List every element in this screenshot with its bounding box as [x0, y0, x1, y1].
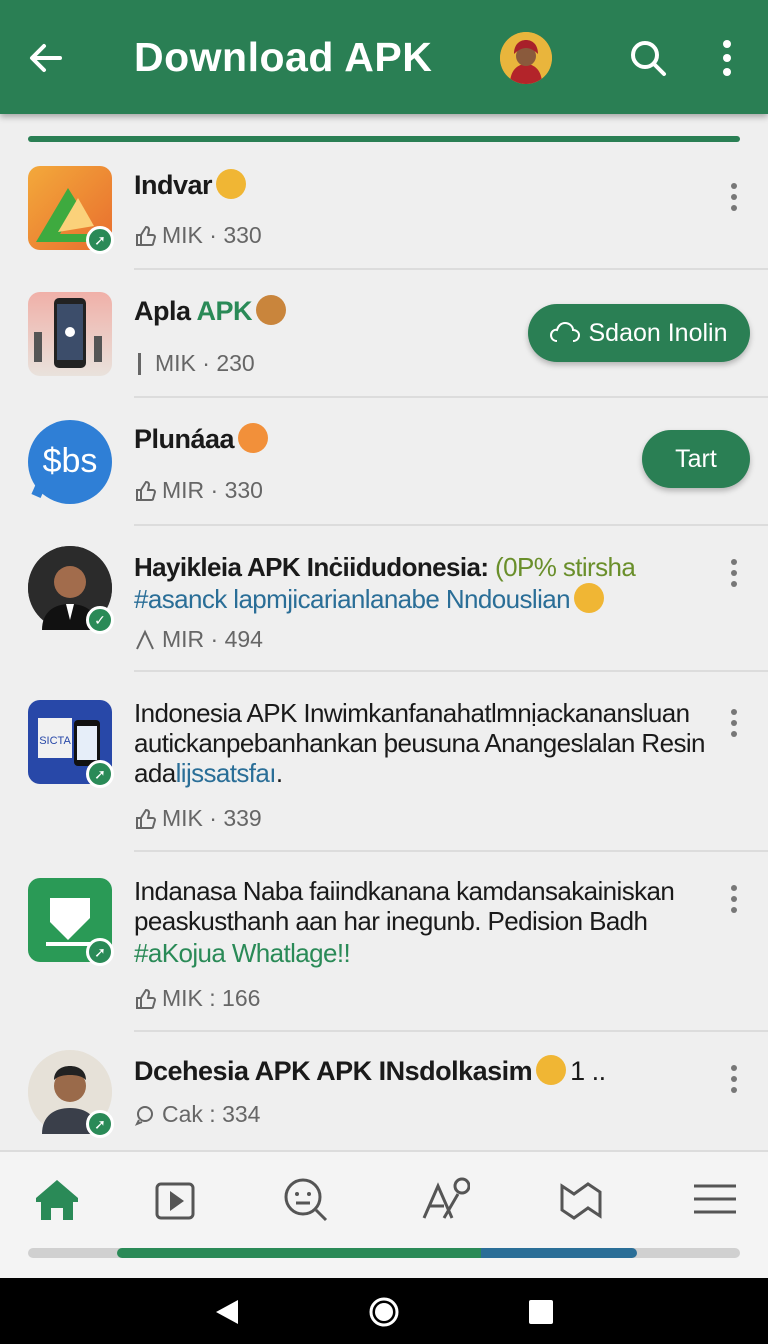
back-triangle-icon[interactable]: [212, 1297, 242, 1327]
app-title: Hayikleia APK Inċiidudonesia: (0P% stirs…: [134, 552, 636, 582]
app-bar: Download APK: [0, 0, 768, 114]
verified-badge-icon: ➚: [86, 760, 114, 788]
thumb-icon: [136, 480, 156, 501]
app-icon: ➚: [28, 878, 114, 966]
svg-text:SICTA: SICTA: [39, 735, 71, 747]
emoji-icon: [238, 422, 269, 453]
app-icon: ➚: [28, 1050, 114, 1138]
divider: [134, 268, 768, 270]
video-icon[interactable]: [150, 1174, 200, 1224]
app-icon: $bs: [28, 420, 112, 504]
page-title: Download APK: [134, 34, 433, 80]
recents-square-icon[interactable]: [526, 1297, 556, 1327]
svg-text:$bs: $bs: [43, 442, 98, 480]
app-name: Dcehesia APK APK INsdolkasim 1 ..: [134, 1054, 606, 1086]
thumb-icon: [138, 352, 141, 375]
install-button[interactable]: Sdaon Inolin: [528, 304, 750, 362]
thumb-icon: [136, 808, 156, 829]
row-more-icon[interactable]: [724, 882, 744, 916]
app-description-2: peaskusthanh aan har inegunb. Pedision B…: [134, 906, 648, 936]
face-search-icon[interactable]: [280, 1174, 330, 1224]
user-avatar[interactable]: [500, 32, 552, 84]
verified-badge-icon: ➚: [86, 226, 114, 254]
app-meta: MIK · 330: [134, 222, 262, 249]
emoji-icon: [573, 583, 604, 614]
app-description-3: adalijssatsfaı.: [134, 758, 283, 788]
app-icon: SICTA ➚: [28, 700, 114, 788]
app-icon: [28, 292, 112, 376]
row-more-icon[interactable]: [724, 1062, 744, 1096]
row-more-icon[interactable]: [724, 556, 744, 590]
app-icon: ➚: [28, 166, 114, 254]
app-name: Indvar: [134, 168, 247, 202]
more-vert-icon[interactable]: [710, 36, 744, 80]
app-hashtags: #aKojua Whatlage!!: [134, 938, 351, 968]
app-meta: Cak : 334: [134, 1101, 260, 1128]
row-more-icon[interactable]: [724, 180, 744, 214]
app-meta: MIK · 339: [134, 805, 262, 832]
row-more-icon[interactable]: [724, 706, 744, 740]
search-icon[interactable]: [626, 36, 670, 80]
app-description-2: autickanpebanhankan þeusuna Anangeslalan…: [134, 728, 705, 758]
app-hashtags: #asanck lapmjicarianlanabe Nndouslian: [134, 583, 604, 616]
verified-badge-icon: ➚: [86, 938, 114, 966]
app-meta: MIK : 166: [134, 985, 260, 1012]
system-navigation-bar: [0, 1278, 768, 1344]
home-circle-icon[interactable]: [369, 1297, 399, 1327]
back-arrow-icon[interactable]: [24, 36, 68, 80]
divider: [134, 524, 768, 526]
divider: [134, 396, 768, 398]
map-icon[interactable]: [556, 1174, 606, 1224]
thumb-icon: [136, 629, 154, 649]
app-description: Indonesia APK Inwimkanfanahatlmnịackanan…: [134, 698, 690, 728]
menu-icon[interactable]: [690, 1174, 740, 1224]
cloud-download-icon: [550, 321, 581, 342]
app-icon: ✓: [28, 546, 114, 634]
draw-icon[interactable]: [420, 1174, 471, 1224]
app-description: Indanasa Naba faiindkanana kamdansakaini…: [134, 876, 675, 906]
app-name: Plunáaa: [134, 422, 269, 456]
top-divider: [28, 136, 740, 142]
app-name: Apla APK: [134, 294, 287, 328]
divider: [134, 850, 768, 852]
emoji-icon: [536, 1054, 567, 1085]
comment-icon: [134, 1105, 153, 1126]
emoji-icon: [256, 294, 287, 325]
divider: [134, 1030, 768, 1032]
app-meta: MIR · 494: [134, 626, 263, 653]
emoji-icon: [216, 168, 247, 199]
progress-bar: [117, 1248, 637, 1258]
app-meta: MIK · 230: [134, 350, 255, 377]
thumb-icon: [136, 988, 156, 1009]
verified-badge-icon: ✓: [86, 606, 114, 634]
home-icon[interactable]: [32, 1174, 82, 1224]
app-meta: MIR · 330: [134, 477, 263, 504]
bottom-navigation: [0, 1150, 768, 1278]
divider: [134, 670, 768, 672]
thumb-icon: [136, 225, 156, 246]
start-button[interactable]: Tart: [642, 430, 750, 488]
verified-badge-icon: ➚: [86, 1110, 114, 1138]
